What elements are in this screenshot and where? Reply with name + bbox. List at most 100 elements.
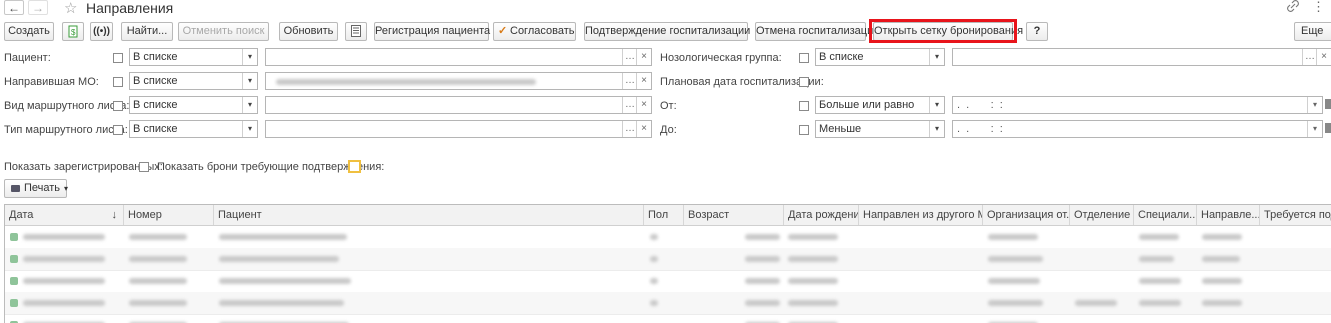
redacted-cell — [1202, 300, 1242, 306]
mo-mode-select[interactable]: В списке ▾ — [129, 72, 258, 90]
patient-mode-select[interactable]: В списке ▾ — [129, 48, 258, 66]
column-header[interactable]: Дата рождения — [784, 205, 859, 225]
clear-icon[interactable]: × — [636, 121, 651, 137]
patient-checkbox[interactable] — [113, 53, 123, 63]
redacted-cell — [1202, 278, 1242, 284]
create-button[interactable]: Создать — [4, 22, 54, 41]
redacted-cell — [1202, 256, 1240, 262]
redacted-cell — [745, 278, 780, 284]
column-header[interactable]: Специали... — [1134, 205, 1197, 225]
column-header[interactable]: Направлен из другого МО — [859, 205, 983, 225]
ellipsis-icon[interactable]: … — [622, 49, 637, 65]
approve-button[interactable]: ✓ Согласовать — [493, 22, 576, 41]
row-status-icon — [10, 299, 18, 307]
ellipsis-icon[interactable]: … — [622, 121, 637, 137]
ellipsis-icon[interactable]: … — [622, 97, 637, 113]
route-type-checkbox[interactable] — [113, 125, 123, 135]
column-header[interactable]: Требуется подте — [1260, 205, 1331, 225]
to-date-input[interactable]: . . : : ▾ — [952, 120, 1323, 138]
clear-icon[interactable]: × — [636, 97, 651, 113]
mo-checkbox[interactable] — [113, 77, 123, 87]
nosology-mode-value: В списке — [819, 51, 864, 63]
help-button[interactable]: ? — [1026, 22, 1048, 41]
redacted-cell — [650, 300, 658, 306]
back-button[interactable]: ← — [4, 0, 24, 15]
redacted-cell — [650, 256, 658, 262]
from-date-input[interactable]: . . : : ▾ — [952, 96, 1323, 114]
column-header[interactable]: Отделение — [1070, 205, 1134, 225]
sort-arrow-icon: ↓ — [111, 209, 118, 221]
redacted-cell — [788, 278, 838, 284]
forward-button[interactable]: → — [28, 0, 48, 15]
route-type-mode-select[interactable]: В списке ▾ — [129, 120, 258, 138]
svg-text:$: $ — [71, 28, 76, 37]
show-registered-checkbox[interactable] — [139, 162, 149, 172]
to-mode-select[interactable]: Меньше ▾ — [815, 120, 945, 138]
nosology-checkbox[interactable] — [799, 53, 809, 63]
directions-table[interactable]: Дата ↓ Номер Пациент Пол Возраст Дата рож… — [4, 204, 1331, 323]
find-button[interactable]: Найти... — [121, 22, 173, 41]
ellipsis-icon[interactable]: … — [1302, 49, 1317, 65]
clear-icon[interactable]: × — [636, 73, 651, 89]
chevron-down-icon[interactable]: ▾ — [1307, 121, 1322, 137]
redacted-cell — [745, 234, 780, 240]
patient-input[interactable]: … × — [265, 48, 652, 66]
show-bookings-checkbox[interactable] — [348, 160, 361, 173]
broadcast-button[interactable]: ((•)) — [90, 22, 113, 41]
copy-doc-button[interactable]: $ — [62, 22, 84, 41]
nosology-input[interactable]: … × — [952, 48, 1331, 66]
column-header[interactable]: Пациент — [214, 205, 644, 225]
print-button[interactable]: Печать ▾ — [4, 179, 68, 198]
more-menu-icon[interactable]: ⋮ — [1312, 0, 1325, 15]
refresh-button[interactable]: Обновить — [279, 22, 338, 41]
cancel-hospitalization-button[interactable]: Отмена госпитализации — [755, 22, 879, 41]
cancel-search-button[interactable]: Отменить поиск — [178, 22, 269, 41]
register-patient-button[interactable]: Регистрация пациента — [374, 22, 490, 41]
print-label: Печать — [24, 182, 61, 194]
column-header[interactable]: Пол — [644, 205, 684, 225]
clear-icon[interactable]: × — [636, 49, 651, 65]
column-header[interactable]: Организация от... — [983, 205, 1070, 225]
table-row[interactable] — [5, 248, 1331, 271]
more-button[interactable]: Еще — [1294, 22, 1331, 41]
route-kind-input[interactable]: … × — [265, 96, 652, 114]
to-checkbox[interactable] — [799, 125, 809, 135]
planned-date-checkbox[interactable] — [799, 77, 809, 87]
calendar-icon[interactable] — [1325, 99, 1331, 109]
row-status-icon — [10, 255, 18, 263]
chevron-down-icon[interactable]: ▾ — [1307, 97, 1322, 113]
column-header[interactable]: Дата ↓ — [5, 205, 124, 225]
column-header[interactable]: Направле... — [1197, 205, 1260, 225]
clear-icon[interactable]: × — [1316, 49, 1331, 65]
favorite-star-icon[interactable]: ☆ — [64, 0, 77, 17]
approve-icon: ✓ — [498, 25, 508, 37]
table-header: Дата ↓ Номер Пациент Пол Возраст Дата рож… — [5, 205, 1331, 226]
redacted-cell — [129, 300, 187, 306]
report-button[interactable] — [345, 22, 367, 41]
table-row[interactable] — [5, 270, 1331, 293]
route-kind-label: Вид маршрутного листа: — [4, 100, 130, 112]
route-kind-mode-select[interactable]: В списке ▾ — [129, 96, 258, 114]
route-kind-mode-value: В списке — [133, 99, 178, 111]
redacted-cell — [219, 278, 351, 284]
from-mode-select[interactable]: Больше или равно ▾ — [815, 96, 945, 114]
redacted-cell — [23, 256, 105, 262]
column-header[interactable]: Номер — [124, 205, 214, 225]
table-row[interactable] — [5, 226, 1331, 249]
route-type-input[interactable]: … × — [265, 120, 652, 138]
redacted-cell — [129, 278, 187, 284]
nosology-mode-select[interactable]: В списке ▾ — [815, 48, 945, 66]
route-kind-checkbox[interactable] — [113, 101, 123, 111]
redacted-cell — [1075, 300, 1117, 306]
chevron-down-icon: ▾ — [242, 49, 257, 65]
redacted-cell — [219, 234, 347, 240]
ellipsis-icon[interactable]: … — [622, 73, 637, 89]
table-row[interactable] — [5, 292, 1331, 315]
link-icon[interactable] — [1287, 0, 1299, 12]
column-header[interactable]: Возраст — [684, 205, 784, 225]
patient-label: Пациент: — [4, 52, 51, 64]
calendar-icon[interactable] — [1325, 123, 1331, 133]
confirm-hospitalization-button[interactable]: Подтверждение госпитализации — [584, 22, 750, 41]
from-checkbox[interactable] — [799, 101, 809, 111]
mo-input[interactable]: … × — [265, 72, 652, 90]
